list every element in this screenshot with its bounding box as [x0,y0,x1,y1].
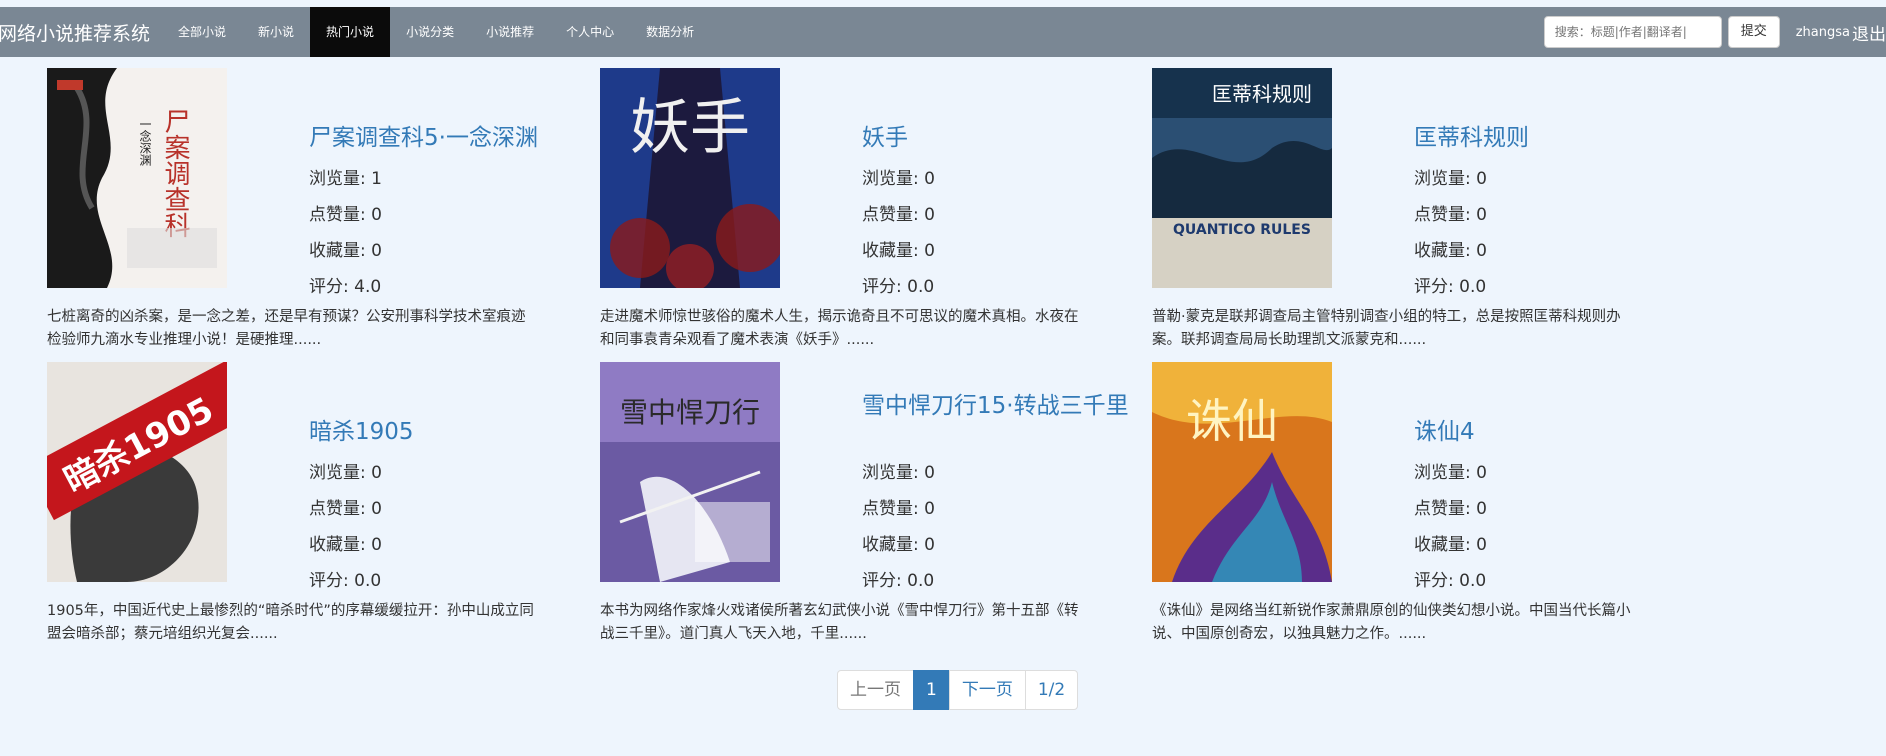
book-title[interactable]: 匡蒂科规则 [1414,124,1684,152]
page-info: 1/2 [1024,670,1079,710]
pagination: 上一页 1 下一页 1/2 [837,670,1079,710]
book-description: 走进魔术师惊世骇俗的魔术人生，揭示诡奇且不可思议的魔术真相。水夜在和同事袁青朵观… [600,309,1079,348]
book-card: 暗杀1905 暗杀1905 浏览量: 0 点赞量: 0 收藏量: 0 评分: 0… [47,362,587,652]
book-cover[interactable]: 雪中悍刀行 [600,362,780,582]
nav-profile[interactable]: 个人中心 [550,7,630,57]
logout-link[interactable]: 退出 [1852,20,1886,45]
like-count: 点赞量: 0 [309,499,382,519]
rating: 评分: 0.0 [862,277,935,297]
favorite-count: 收藏量: 0 [862,535,935,555]
view-count: 浏览量: 0 [862,169,935,189]
top-navbar: 网络小说推荐系统 全部小说 新小说 热门小说 小说分类 小说推荐 个人中心 数据… [0,7,1886,57]
book-description: 本书为网络作家烽火戏诸侯所著玄幻武侠小说《雪中悍刀行》第十五部《转战三千里》。道… [600,603,1079,642]
book-cover[interactable]: 尸案调查科 一念深渊 [47,68,227,288]
next-page-button[interactable]: 下一页 [948,670,1026,710]
favorite-count: 收藏量: 0 [309,535,382,555]
book-cover[interactable]: 暗杀1905 [47,362,227,582]
like-count: 点赞量: 0 [862,205,935,225]
nav-hot-novels[interactable]: 热门小说 [310,7,391,57]
book-card: 匡蒂科规则 QUANTICO RULES 匡蒂科规则 浏览量: 0 点赞量: 0… [1152,68,1692,358]
submit-button[interactable]: 提交 [1727,16,1780,48]
cover-subtitle-text: QUANTICO RULES [1173,222,1311,238]
cover-title-text: 妖手 [630,93,750,163]
current-page-button[interactable]: 1 [913,670,950,710]
book-description: 《诛仙》是网络当红新锐作家萧鼎原创的仙侠类幻想小说。中国当代长篇小说、中国原创奇… [1152,603,1631,642]
nav-analytics[interactable]: 数据分析 [630,7,710,57]
like-count: 点赞量: 0 [862,499,935,519]
book-title[interactable]: 雪中悍刀行15·转战三千里 [862,392,1132,420]
book-cover[interactable]: 匡蒂科规则 QUANTICO RULES [1152,68,1332,288]
book-card: 诛仙 诛仙4 浏览量: 0 点赞量: 0 收藏量: 0 评分: 0.0 《诛仙》… [1152,362,1692,652]
rating: 评分: 0.0 [1414,571,1487,591]
favorite-count: 收藏量: 0 [1414,241,1487,261]
cover-subtitle-text: 一念深渊 [138,118,152,166]
nav-right-group: 提交 zhangsa 退出 [1543,7,1886,57]
view-count: 浏览量: 0 [862,463,935,483]
book-card: 雪中悍刀行 雪中悍刀行15·转战三千里 浏览量: 0 点赞量: 0 收藏量: 0… [600,362,1140,652]
cover-title-text: 诛仙 [1186,394,1278,448]
like-count: 点赞量: 0 [1414,499,1487,519]
cover-title-text: 尸案调查科 [160,108,190,238]
book-title[interactable]: 诛仙4 [1414,418,1684,446]
rating: 评分: 0.0 [309,571,382,591]
book-title[interactable]: 妖手 [862,124,1132,152]
favorite-count: 收藏量: 0 [309,241,382,261]
book-description: 1905年，中国近代史上最惨烈的“暗杀时代”的序幕缓缓拉开：孙中山成立同盟会暗杀… [47,603,534,642]
rating: 评分: 0.0 [862,571,935,591]
book-description: 普勒·蒙克是联邦调查局主管特别调查小组的特工，总是按照匡蒂科规则办案。联邦调查局… [1152,309,1621,348]
book-cover[interactable]: 诛仙 [1152,362,1332,582]
favorite-count: 收藏量: 0 [862,241,935,261]
view-count: 浏览量: 0 [1414,169,1487,189]
like-count: 点赞量: 0 [1414,205,1487,225]
search-input[interactable] [1543,16,1722,48]
like-count: 点赞量: 0 [309,205,382,225]
nav-recommend[interactable]: 小说推荐 [470,7,550,57]
view-count: 浏览量: 0 [1414,463,1487,483]
nav-categories[interactable]: 小说分类 [390,7,470,57]
book-description: 七桩离奇的凶杀案，是一念之差，还是早有预谋？公安刑事科学技术室痕迹检验师九滴水专… [47,309,526,348]
book-card: 尸案调查科 一念深渊 尸案调查科5·一念深渊 浏览量: 1 点赞量: 0 收藏量… [47,68,587,358]
site-brand[interactable]: 网络小说推荐系统 [0,19,150,46]
view-count: 浏览量: 1 [309,169,382,189]
cover-title-text: 匡蒂科规则 [1212,82,1312,106]
prev-page-button[interactable]: 上一页 [837,670,914,710]
nav-all-novels[interactable]: 全部小说 [162,7,242,57]
username-link[interactable]: zhangsa [1796,25,1850,40]
view-count: 浏览量: 0 [309,463,382,483]
book-title[interactable]: 尸案调查科5·一念深渊 [309,124,579,152]
book-card: 妖手 妖手 浏览量: 0 点赞量: 0 收藏量: 0 评分: 0.0 走进魔术师… [600,68,1140,358]
book-title[interactable]: 暗杀1905 [309,418,579,446]
rating: 评分: 4.0 [309,277,382,297]
rating: 评分: 0.0 [1414,277,1487,297]
cover-title-text: 雪中悍刀行 [620,396,760,429]
favorite-count: 收藏量: 0 [1414,535,1487,555]
book-cover[interactable]: 妖手 [600,68,780,288]
nav-new-novels[interactable]: 新小说 [242,7,310,57]
